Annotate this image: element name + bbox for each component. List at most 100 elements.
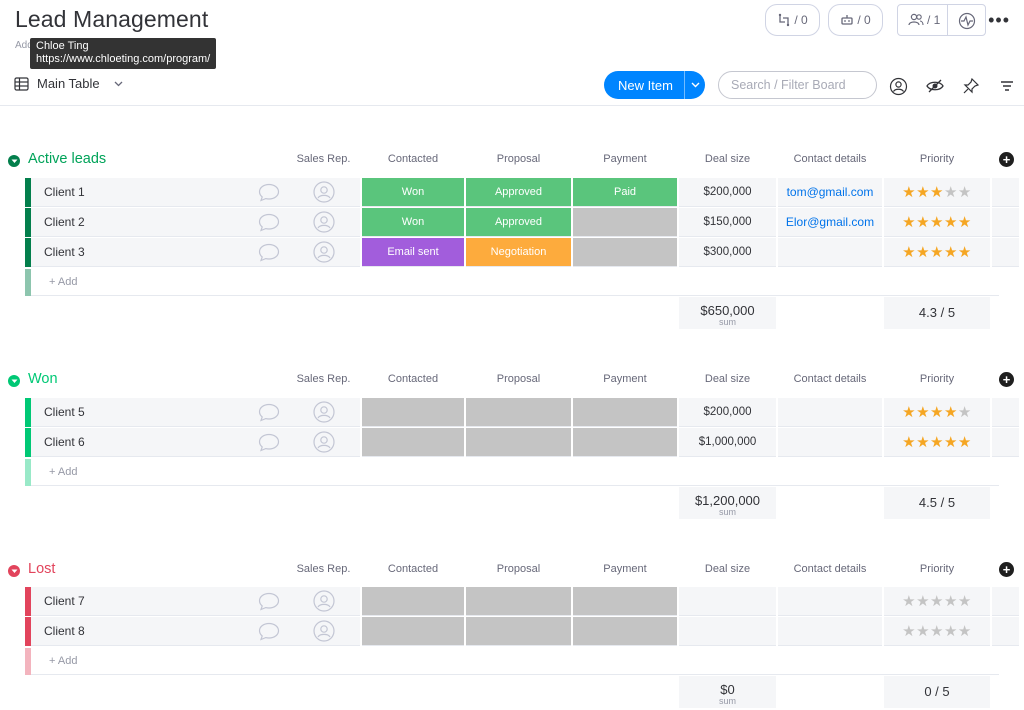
status-payment[interactable] <box>573 238 677 267</box>
column-header-deal-size[interactable]: Deal size <box>679 563 776 575</box>
column-header-proposal[interactable]: Proposal <box>466 373 571 385</box>
table-row[interactable]: Client 6 $1,000,000 ★ ★ ★ ★ ★ <box>25 428 1024 458</box>
star-empty-icon[interactable]: ★ <box>944 183 958 201</box>
comment-icon[interactable] <box>258 622 280 641</box>
item-name[interactable]: Client 8 <box>31 617 287 646</box>
comment-icon[interactable] <box>258 213 280 232</box>
rating-cell[interactable]: ★ ★ ★ ★ ★ <box>884 178 990 207</box>
star-filled-icon[interactable]: ★ <box>916 403 930 421</box>
status-contacted[interactable]: Won <box>362 178 464 207</box>
star-filled-icon[interactable]: ★ <box>902 403 916 421</box>
table-row[interactable]: Client 8 ★ ★ ★ ★ ★ <box>25 617 1024 647</box>
deal-size-cell[interactable] <box>679 587 776 616</box>
deal-size-cell[interactable]: $150,000 <box>679 208 776 237</box>
integrations-button[interactable]: / 0 <box>765 4 820 36</box>
status-proposal[interactable]: Negotiation <box>466 238 571 267</box>
add-item-row[interactable]: + Add <box>25 459 1024 487</box>
star-empty-icon[interactable]: ★ <box>944 622 958 640</box>
star-filled-icon[interactable]: ★ <box>930 433 944 451</box>
column-header-sales-rep[interactable]: Sales Rep. <box>287 153 360 165</box>
add-item-row[interactable]: + Add <box>25 648 1024 676</box>
status-contacted[interactable]: Won <box>362 208 464 237</box>
table-row[interactable]: Client 2 Won Approved $150,000 Elor@gmai… <box>25 208 1024 238</box>
star-filled-icon[interactable]: ★ <box>944 403 958 421</box>
email-cell[interactable] <box>778 587 882 616</box>
sales-rep-cell[interactable] <box>287 617 360 646</box>
star-empty-icon[interactable]: ★ <box>930 622 944 640</box>
sales-rep-cell[interactable] <box>287 587 360 616</box>
star-filled-icon[interactable]: ★ <box>958 433 972 451</box>
add-column-icon[interactable]: + <box>999 562 1014 577</box>
email-cell[interactable] <box>778 617 882 646</box>
group-title[interactable]: Lost <box>28 561 55 577</box>
star-filled-icon[interactable]: ★ <box>930 183 944 201</box>
sales-rep-cell[interactable] <box>287 238 360 267</box>
table-row[interactable]: Client 7 ★ ★ ★ ★ ★ <box>25 587 1024 617</box>
status-contacted[interactable]: Email sent <box>362 238 464 267</box>
star-filled-icon[interactable]: ★ <box>944 213 958 231</box>
chevron-down-icon[interactable] <box>685 80 705 90</box>
star-empty-icon[interactable]: ★ <box>944 592 958 610</box>
status-contacted[interactable] <box>362 587 464 616</box>
status-proposal[interactable]: Approved <box>466 178 571 207</box>
item-name[interactable]: Client 2 <box>31 208 287 237</box>
rating-cell[interactable]: ★ ★ ★ ★ ★ <box>884 208 990 237</box>
deal-size-cell[interactable]: $200,000 <box>679 178 776 207</box>
star-empty-icon[interactable]: ★ <box>916 622 930 640</box>
status-payment[interactable] <box>573 208 677 237</box>
rating-cell[interactable]: ★ ★ ★ ★ ★ <box>884 398 990 427</box>
status-contacted[interactable] <box>362 398 464 427</box>
status-contacted[interactable] <box>362 617 464 646</box>
star-filled-icon[interactable]: ★ <box>902 433 916 451</box>
sales-rep-cell[interactable] <box>287 428 360 457</box>
comment-icon[interactable] <box>258 433 280 452</box>
activity-icon[interactable] <box>958 12 976 30</box>
comment-icon[interactable] <box>258 592 280 611</box>
star-filled-icon[interactable]: ★ <box>944 243 958 261</box>
column-header-payment[interactable]: Payment <box>573 153 677 165</box>
status-payment[interactable] <box>573 587 677 616</box>
star-empty-icon[interactable]: ★ <box>902 592 916 610</box>
table-row[interactable]: Client 1 Won Approved Paid $200,000 tom@… <box>25 178 1024 208</box>
filter-icon[interactable] <box>997 76 1017 96</box>
automations-button[interactable]: / 0 <box>828 4 883 36</box>
column-header-contacted[interactable]: Contacted <box>362 563 464 575</box>
star-empty-icon[interactable]: ★ <box>958 183 972 201</box>
star-filled-icon[interactable]: ★ <box>902 183 916 201</box>
email-cell[interactable] <box>778 428 882 457</box>
star-empty-icon[interactable]: ★ <box>930 592 944 610</box>
deal-size-cell[interactable]: $300,000 <box>679 238 776 267</box>
sales-rep-cell[interactable] <box>287 398 360 427</box>
rating-cell[interactable]: ★ ★ ★ ★ ★ <box>884 617 990 646</box>
star-filled-icon[interactable]: ★ <box>916 243 930 261</box>
pin-icon[interactable] <box>961 76 981 96</box>
view-selector[interactable]: Main Table <box>14 76 123 91</box>
collapse-group-icon[interactable] <box>8 565 20 577</box>
column-header-contact-details[interactable]: Contact details <box>778 153 882 165</box>
star-empty-icon[interactable]: ★ <box>958 622 972 640</box>
star-filled-icon[interactable]: ★ <box>916 213 930 231</box>
more-options-icon[interactable]: ••• <box>988 10 1010 31</box>
status-proposal[interactable] <box>466 398 571 427</box>
rating-cell[interactable]: ★ ★ ★ ★ ★ <box>884 587 990 616</box>
star-filled-icon[interactable]: ★ <box>930 213 944 231</box>
column-header-payment[interactable]: Payment <box>573 563 677 575</box>
email-cell[interactable] <box>778 398 882 427</box>
search-input[interactable] <box>718 71 877 99</box>
star-empty-icon[interactable]: ★ <box>958 592 972 610</box>
star-filled-icon[interactable]: ★ <box>958 213 972 231</box>
star-filled-icon[interactable]: ★ <box>930 403 944 421</box>
sales-rep-cell[interactable] <box>287 178 360 207</box>
column-header-deal-size[interactable]: Deal size <box>679 373 776 385</box>
column-header-proposal[interactable]: Proposal <box>466 153 571 165</box>
column-header-sales-rep[interactable]: Sales Rep. <box>287 373 360 385</box>
new-item-button[interactable]: New Item <box>604 71 705 99</box>
status-proposal[interactable] <box>466 587 571 616</box>
status-proposal[interactable] <box>466 428 571 457</box>
status-contacted[interactable] <box>362 428 464 457</box>
add-item-row[interactable]: + Add <box>25 269 1024 297</box>
table-row[interactable]: Client 5 $200,000 ★ ★ ★ ★ ★ <box>25 398 1024 428</box>
column-header-contacted[interactable]: Contacted <box>362 153 464 165</box>
person-filter-icon[interactable] <box>888 76 908 96</box>
board-title[interactable]: Lead Management <box>15 6 208 33</box>
